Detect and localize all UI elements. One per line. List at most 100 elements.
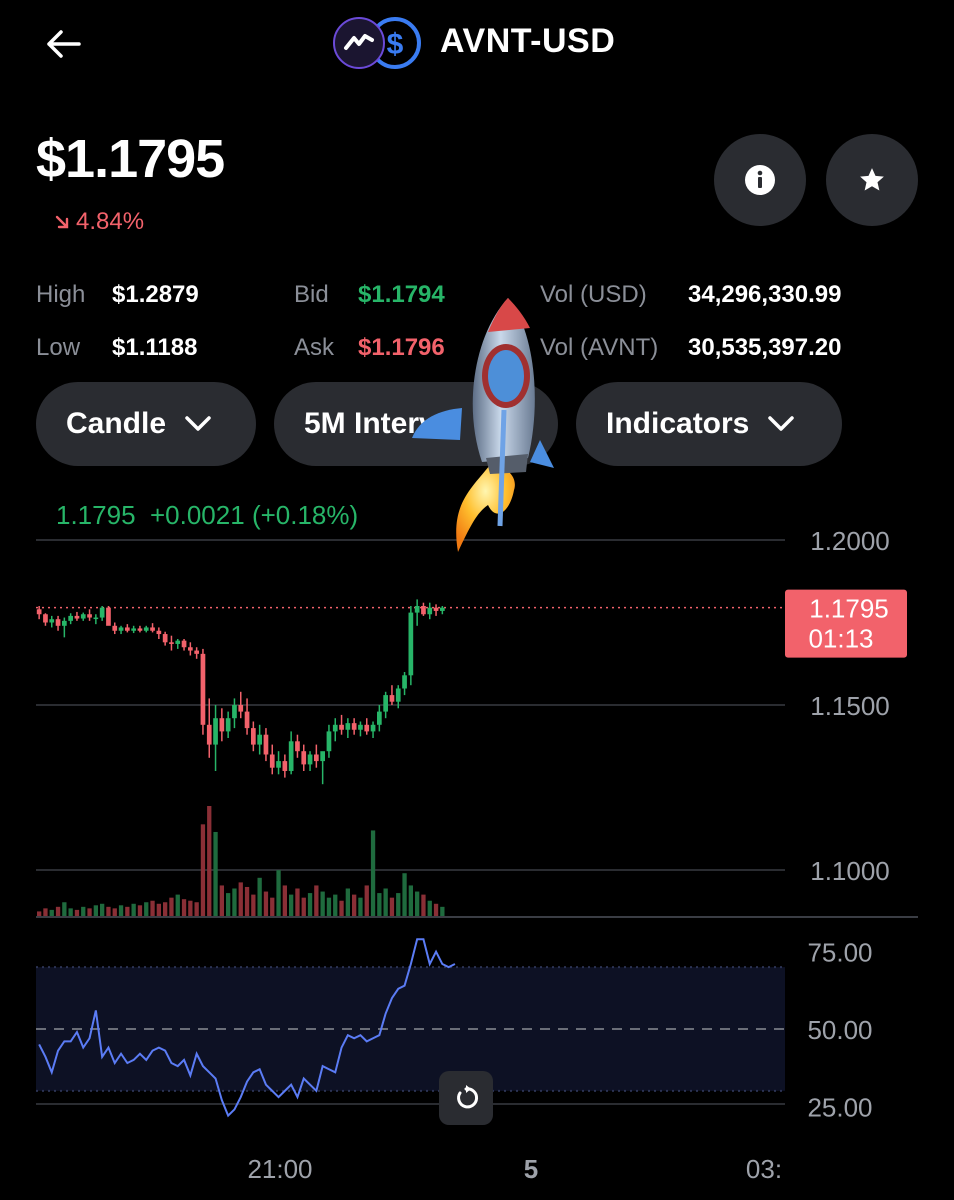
candle-body <box>370 724 376 732</box>
favorite-button[interactable] <box>826 134 918 226</box>
price-tag-countdown: 01:13 <box>808 624 873 654</box>
candle-body <box>440 607 445 611</box>
arrow-down-right-icon <box>55 215 69 229</box>
candle-body <box>99 607 105 618</box>
volume-bar <box>370 830 376 916</box>
candle-body <box>36 609 42 615</box>
indicators-dropdown[interactable]: Indicators <box>576 382 842 466</box>
volume-bar <box>62 902 67 916</box>
high-label: High <box>36 281 86 308</box>
candle-body <box>301 751 307 765</box>
candle-body <box>377 711 382 725</box>
volume-bar <box>320 891 325 916</box>
candle-body <box>175 640 181 644</box>
volume-bar <box>358 897 363 916</box>
candle-body <box>383 695 388 712</box>
high-value: $1.2879 <box>112 281 199 308</box>
candle-body <box>232 705 237 719</box>
candle-body <box>200 653 206 725</box>
volume-bar <box>345 888 350 916</box>
price-change: 4.84% <box>54 208 144 236</box>
arrow-left-icon <box>47 30 81 58</box>
volume-bar <box>433 903 439 916</box>
time-axis-label: 5 <box>524 1154 538 1184</box>
volume-bar <box>37 911 42 916</box>
candle-body <box>43 614 48 623</box>
volume-bar <box>106 906 111 916</box>
volume-bar <box>244 886 250 916</box>
candle-body <box>339 724 344 730</box>
candle-body <box>125 627 130 631</box>
volume-bar <box>137 905 143 916</box>
volume-bar <box>232 888 237 916</box>
volume-bar <box>364 885 369 916</box>
volume-bar <box>74 909 80 916</box>
volume-bar <box>402 873 407 916</box>
candle-body <box>169 642 174 644</box>
chart-type-dropdown[interactable]: Candle <box>36 382 256 466</box>
candle-body <box>295 741 300 752</box>
rotate-icon <box>457 1085 479 1109</box>
volume-bar <box>238 882 243 916</box>
candle-body <box>244 711 250 729</box>
candle-body <box>288 741 294 771</box>
volume-bar <box>43 908 48 916</box>
volume-bar <box>270 897 275 916</box>
candle-body <box>188 647 193 651</box>
reset-chart-button[interactable] <box>439 1071 493 1125</box>
low-value: $1.1188 <box>112 334 198 361</box>
rocket-sticker <box>412 298 554 552</box>
candle-body <box>238 705 244 712</box>
volume-bar <box>282 885 287 916</box>
candle-body <box>219 718 225 732</box>
price-axis-label: 1.1500 <box>810 691 890 721</box>
volume-bar <box>389 897 395 916</box>
volume-bar <box>415 891 420 916</box>
volume-bar <box>93 905 98 916</box>
current-price: $1.1795 <box>36 129 225 189</box>
candle-body <box>49 619 55 623</box>
candle-body <box>156 630 162 635</box>
volume-bar <box>421 894 426 916</box>
volume-bar <box>163 902 168 916</box>
volume-bar <box>352 894 357 916</box>
star-icon <box>860 168 884 191</box>
volume-bar <box>207 806 212 916</box>
candle-body <box>106 607 111 626</box>
volume-bar <box>175 894 180 916</box>
volume-bar <box>150 900 155 916</box>
volume-bar <box>87 908 92 916</box>
back-button[interactable] <box>36 20 92 68</box>
info-button[interactable] <box>714 134 806 226</box>
volume-bar <box>307 893 313 916</box>
volume-bar <box>377 893 382 916</box>
candle-body <box>402 675 407 689</box>
info-icon <box>745 165 775 195</box>
candle-body <box>427 607 433 615</box>
candle-body <box>332 724 338 732</box>
rsi-axis-label: 75.00 <box>807 938 872 968</box>
candle-body <box>345 723 351 730</box>
candle-body <box>320 751 325 762</box>
candle-body <box>87 614 92 618</box>
candle-body <box>162 634 168 643</box>
volume-bar <box>181 899 187 916</box>
chevron-down-icon <box>768 416 795 431</box>
volume-bar <box>118 905 124 916</box>
candle-body <box>314 754 319 762</box>
pair-title: AVNT-USD <box>440 22 616 60</box>
volume-bar <box>289 894 294 916</box>
candle-body <box>181 640 187 648</box>
volume-bar <box>200 824 206 916</box>
candle-body <box>118 627 124 631</box>
low-label: Low <box>36 334 81 361</box>
candle-body <box>131 628 136 631</box>
price-change-percent: 4.84% <box>76 208 145 235</box>
chevron-down-icon <box>185 416 211 431</box>
vol-avnt-value: 30,535,397.20 <box>688 334 842 361</box>
volume-bar <box>396 893 401 916</box>
price-tag-value: 1.1795 <box>809 594 889 624</box>
candle-body <box>307 754 313 765</box>
candle-body <box>93 617 99 620</box>
volume-bar <box>226 893 231 916</box>
